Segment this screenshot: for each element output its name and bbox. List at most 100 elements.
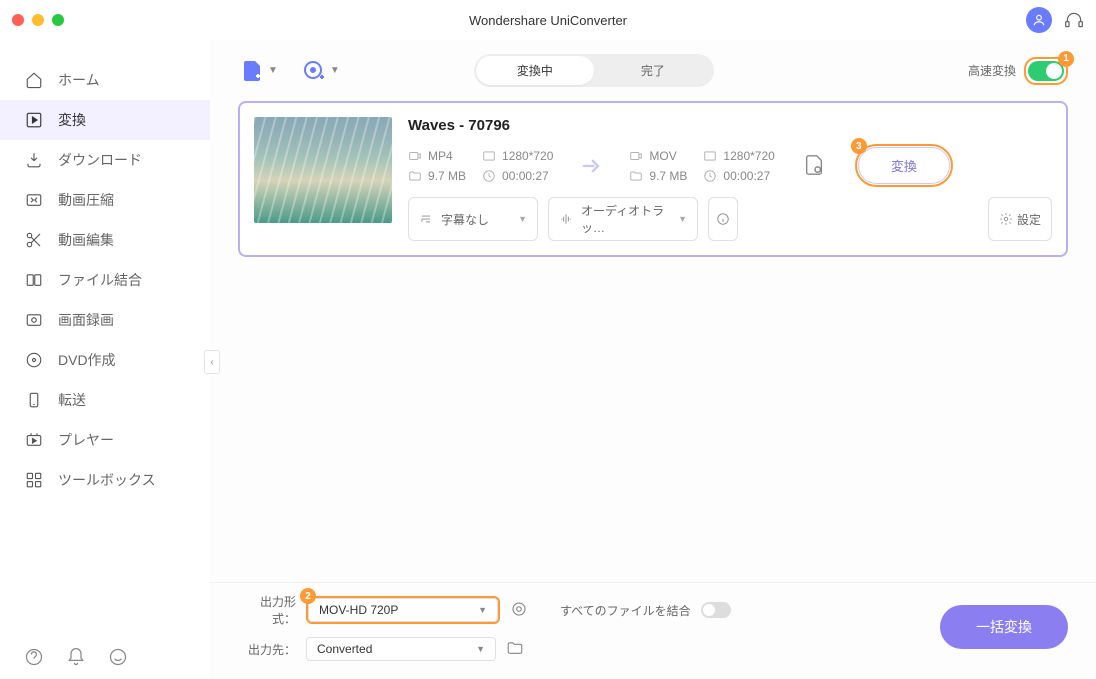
- target-meta: MOV 1280*720 9.7 MB 00:00:27: [629, 149, 774, 183]
- content-area: ▼ ▼ 変換中 完了 高速変換 1: [210, 40, 1096, 679]
- home-icon: [24, 70, 44, 90]
- minimize-window-button[interactable]: [32, 14, 44, 26]
- folder-icon: [408, 169, 422, 183]
- transfer-icon: [24, 390, 44, 410]
- add-disc-icon: [302, 59, 326, 83]
- resolution-icon: [482, 149, 496, 163]
- file-title: Waves - 70796: [408, 117, 1052, 134]
- output-format-label: 出力形式：: [240, 593, 296, 627]
- bottom-bar: 出力形式： MOV-HD 720P ▼ 2 すべてのファイルを結合 出力先： C…: [210, 582, 1096, 679]
- sidebar-item-convert[interactable]: 変換: [0, 100, 210, 140]
- user-avatar[interactable]: [1026, 7, 1052, 33]
- output-dir-select[interactable]: Converted ▼: [306, 637, 496, 661]
- sidebar-item-dvd[interactable]: DVD作成: [0, 340, 210, 380]
- convert-button[interactable]: 変換: [858, 147, 950, 184]
- highlight-badge: 3: [851, 138, 867, 154]
- download-icon: [24, 150, 44, 170]
- video-icon: [629, 149, 643, 163]
- info-button[interactable]: [708, 197, 738, 241]
- sidebar-label: DVD作成: [58, 350, 116, 370]
- chevron-down-icon: ▼: [678, 214, 687, 224]
- merge-label: すべてのファイルを結合: [560, 602, 691, 619]
- close-window-button[interactable]: [12, 14, 24, 26]
- sidebar-item-toolbox[interactable]: ツールボックス: [0, 460, 210, 500]
- sidebar-label: 動画編集: [58, 230, 114, 250]
- sidebar-item-edit[interactable]: 動画編集: [0, 220, 210, 260]
- highlight-badge: 2: [300, 588, 316, 604]
- subtitle-icon: [419, 212, 433, 226]
- fast-convert-label: 高速変換: [968, 62, 1016, 79]
- tab-converting[interactable]: 変換中: [476, 56, 594, 85]
- output-format-select[interactable]: MOV-HD 720P ▼: [308, 598, 498, 622]
- record-icon: [24, 310, 44, 330]
- audio-track-select[interactable]: オーディオトラッ… ▼: [548, 197, 698, 241]
- dvd-icon: [24, 350, 44, 370]
- sidebar-item-download[interactable]: ダウンロード: [0, 140, 210, 180]
- app-title: Wondershare UniConverter: [469, 13, 627, 28]
- chevron-down-icon: ▼: [476, 644, 485, 654]
- folder-icon: [629, 169, 643, 183]
- sidebar-label: 変換: [58, 110, 86, 130]
- sidebar-label: 画面録画: [58, 310, 114, 330]
- clock-icon: [482, 169, 496, 183]
- toolbox-icon: [24, 470, 44, 490]
- highlight-badge: 1: [1058, 51, 1074, 67]
- bell-icon[interactable]: [66, 647, 86, 667]
- file-card: Waves - 70796 MP4 1280*720 9.7 MB 00:00:…: [238, 101, 1068, 257]
- sidebar-item-home[interactable]: ホーム: [0, 60, 210, 100]
- batch-convert-button[interactable]: 一括変換: [940, 605, 1068, 649]
- format-settings-button[interactable]: [510, 600, 530, 620]
- sidebar-label: ツールボックス: [58, 470, 156, 490]
- video-icon: [408, 149, 422, 163]
- window-controls: [12, 14, 64, 26]
- video-thumbnail[interactable]: [254, 117, 392, 223]
- subtitle-select[interactable]: 字幕なし ▼: [408, 197, 538, 241]
- fast-convert-toggle-group: 高速変換 1: [968, 57, 1068, 85]
- titlebar: Wondershare UniConverter: [0, 0, 1096, 40]
- sidebar-label: ダウンロード: [58, 150, 142, 170]
- support-icon[interactable]: [1064, 10, 1084, 30]
- sidebar-label: ホーム: [58, 70, 100, 90]
- chevron-down-icon: ▼: [330, 65, 340, 76]
- merge-icon: [24, 270, 44, 290]
- sidebar-item-transfer[interactable]: 転送: [0, 380, 210, 420]
- open-folder-button[interactable]: [506, 639, 526, 659]
- add-file-icon: [240, 59, 264, 83]
- arrow-right-icon: [571, 152, 611, 180]
- compress-icon: [24, 190, 44, 210]
- merge-toggle[interactable]: [701, 602, 731, 618]
- clock-icon: [703, 169, 717, 183]
- gear-icon: [999, 212, 1013, 226]
- resolution-icon: [703, 149, 717, 163]
- audio-icon: [559, 212, 573, 226]
- chevron-down-icon: ▼: [268, 65, 278, 76]
- sidebar-label: ファイル結合: [58, 270, 142, 290]
- file-settings-button[interactable]: [803, 154, 827, 178]
- output-dir-label: 出力先：: [240, 641, 296, 658]
- collapse-sidebar-button[interactable]: ‹: [204, 350, 220, 374]
- status-tabs: 変換中 完了: [474, 54, 714, 87]
- sidebar-item-player[interactable]: プレヤー: [0, 420, 210, 460]
- add-disc-button[interactable]: ▼: [302, 59, 340, 83]
- sidebar-item-compress[interactable]: 動画圧縮: [0, 180, 210, 220]
- sidebar: ホーム 変換 ダウンロード 動画圧縮 動画編集 ファイル結合 画面録画 DVD: [0, 40, 210, 679]
- convert-icon: [24, 110, 44, 130]
- item-settings-button[interactable]: 設定: [988, 197, 1052, 241]
- source-meta: MP4 1280*720 9.7 MB 00:00:27: [408, 149, 553, 183]
- toolbar: ▼ ▼ 変換中 完了 高速変換 1: [210, 40, 1096, 101]
- info-icon: [716, 212, 730, 226]
- sidebar-label: 動画圧縮: [58, 190, 114, 210]
- tab-done[interactable]: 完了: [594, 56, 712, 85]
- scissors-icon: [24, 230, 44, 250]
- player-icon: [24, 430, 44, 450]
- sidebar-item-merge[interactable]: ファイル結合: [0, 260, 210, 300]
- add-file-button[interactable]: ▼: [240, 59, 278, 83]
- chevron-down-icon: ▼: [518, 214, 527, 224]
- help-icon[interactable]: [24, 647, 44, 667]
- feedback-icon[interactable]: [108, 647, 128, 667]
- sidebar-item-record[interactable]: 画面録画: [0, 300, 210, 340]
- maximize-window-button[interactable]: [52, 14, 64, 26]
- sidebar-label: 転送: [58, 390, 86, 410]
- sidebar-label: プレヤー: [58, 430, 114, 450]
- chevron-down-icon: ▼: [478, 605, 487, 615]
